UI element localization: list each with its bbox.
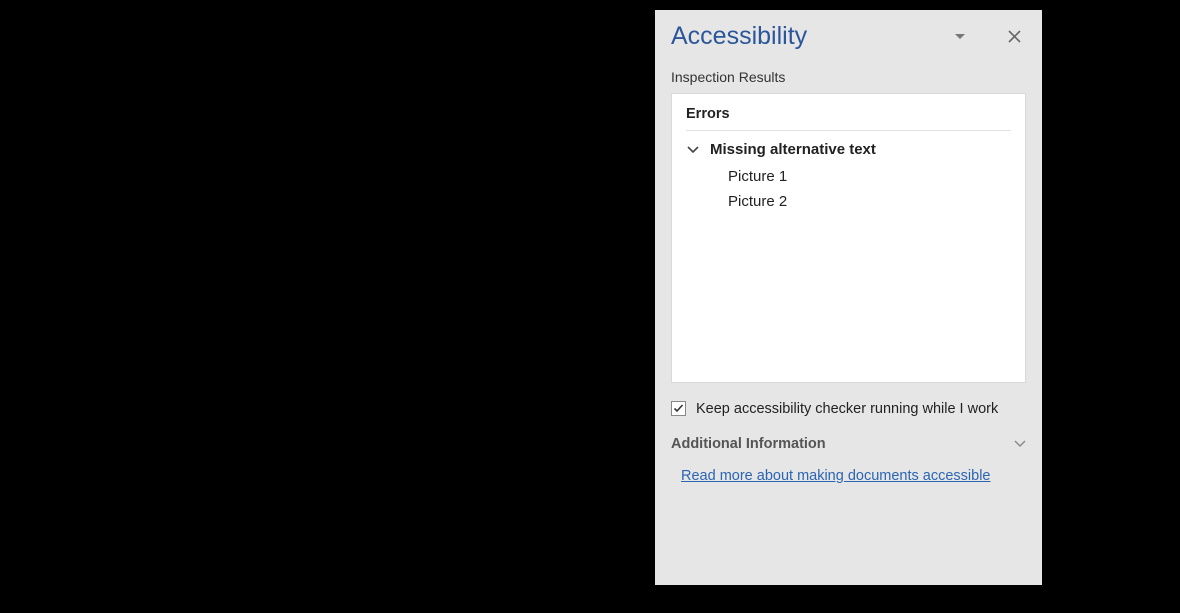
error-group-toggle[interactable]: Missing alternative text xyxy=(686,141,1011,158)
pane-header: Accessibility xyxy=(655,10,1042,59)
error-item[interactable]: Picture 2 xyxy=(728,189,1011,214)
close-pane-button[interactable] xyxy=(1000,23,1028,51)
results-box: Errors Missing alternative text Picture … xyxy=(671,93,1026,383)
inspection-results-label: Inspection Results xyxy=(655,59,1042,93)
error-group-items: Picture 1 Picture 2 xyxy=(686,158,1011,214)
error-group: Missing alternative text Picture 1 Pictu… xyxy=(686,131,1011,214)
accessibility-pane: Accessibility Inspection Results Errors … xyxy=(655,10,1042,585)
error-group-title: Missing alternative text xyxy=(710,141,876,158)
pane-options-dropdown[interactable] xyxy=(946,23,974,51)
additional-information-toggle[interactable]: Additional Information xyxy=(655,430,1042,458)
errors-heading: Errors xyxy=(686,104,1011,131)
keep-running-checkbox[interactable] xyxy=(671,401,686,416)
error-item[interactable]: Picture 1 xyxy=(728,164,1011,189)
chevron-down-icon xyxy=(1014,440,1026,448)
keep-running-label: Keep accessibility checker running while… xyxy=(696,399,998,420)
close-icon xyxy=(1008,30,1021,43)
caret-down-icon xyxy=(955,34,965,40)
keep-running-checkbox-row: Keep accessibility checker running while… xyxy=(655,393,1042,430)
pane-title: Accessibility xyxy=(671,22,946,51)
read-more-link[interactable]: Read more about making documents accessi… xyxy=(681,466,991,488)
chevron-down-icon xyxy=(686,146,700,154)
additional-information-label: Additional Information xyxy=(671,436,1014,452)
checkmark-icon xyxy=(673,403,684,414)
link-row: Read more about making documents accessi… xyxy=(655,458,1042,488)
